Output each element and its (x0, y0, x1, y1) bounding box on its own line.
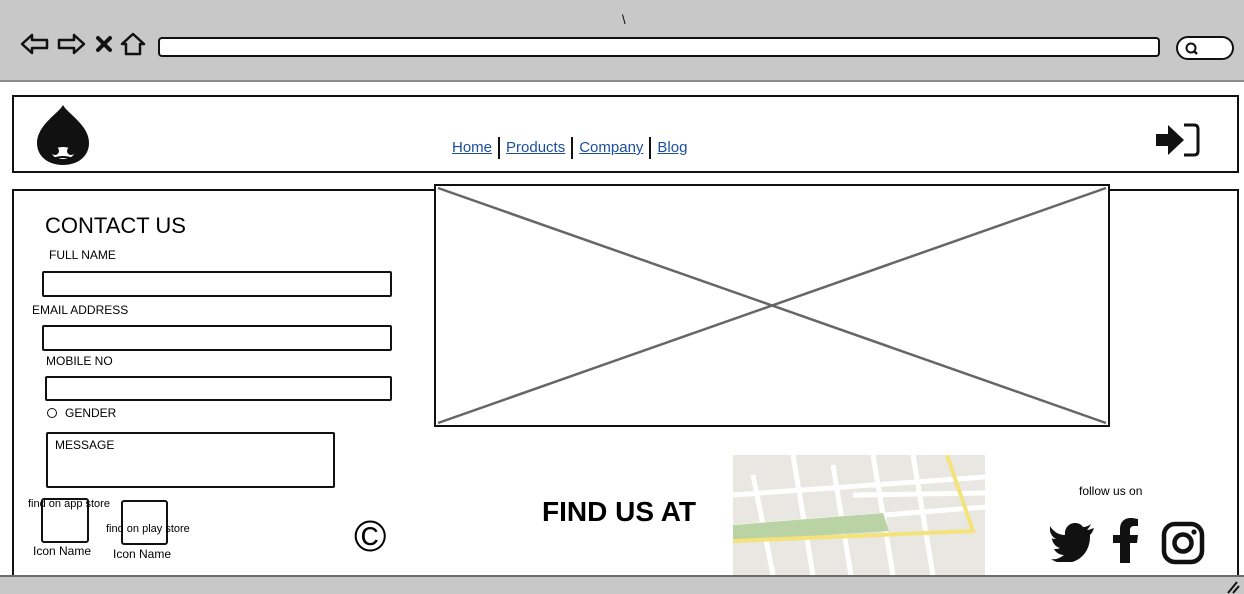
mobile-label: MOBILE NO (46, 354, 113, 368)
instagram-icon[interactable] (1161, 521, 1205, 565)
message-field[interactable]: MESSAGE (46, 432, 335, 488)
play-store-text: find on play store (106, 523, 190, 535)
location-map[interactable] (733, 455, 985, 575)
gender-radio[interactable] (47, 408, 57, 418)
app-store-text: find on app store (28, 498, 110, 510)
follow-text: follow us on (1079, 484, 1143, 498)
full-name-label: FULL NAME (49, 248, 116, 262)
browser-toolbar: \ (0, 0, 1244, 82)
twitter-icon[interactable] (1050, 522, 1096, 562)
message-label: MESSAGE (55, 438, 115, 452)
browser-status-bar (0, 575, 1244, 594)
find-us-title: FIND US AT (542, 496, 696, 527)
full-name-field[interactable] (42, 271, 392, 297)
forward-arrow-icon[interactable] (56, 33, 86, 55)
facebook-icon[interactable] (1112, 517, 1140, 563)
back-arrow-icon[interactable] (20, 33, 50, 55)
nav-separator (571, 137, 574, 159)
nav-company[interactable]: Company (579, 139, 643, 156)
nav-separator (649, 137, 652, 159)
drupal-logo-icon[interactable] (33, 103, 93, 167)
nav-blog[interactable]: Blog (657, 139, 687, 156)
nav-separator (498, 137, 501, 159)
image-placeholder-cross (437, 186, 1107, 425)
image-placeholder (434, 184, 1110, 427)
nav-products[interactable]: Products (506, 139, 565, 156)
address-bar[interactable] (158, 37, 1160, 57)
main-nav: Home Products Company Blog (452, 137, 687, 159)
search-button[interactable] (1176, 36, 1234, 60)
tab-mark: \ (622, 12, 626, 27)
email-label: EMAIL ADDRESS (32, 303, 129, 317)
contact-title: CONTACT US (45, 213, 186, 238)
site-header (12, 95, 1239, 173)
resize-handle-icon[interactable] (1224, 580, 1240, 594)
icon-name-2: Icon Name (113, 547, 172, 561)
icon-name-1: Icon Name (33, 544, 92, 558)
copyright-symbol: © (354, 512, 387, 561)
sign-in-icon[interactable] (1154, 121, 1200, 159)
gender-label: GENDER (65, 406, 117, 420)
nav-home[interactable]: Home (452, 139, 492, 156)
mobile-field[interactable] (45, 376, 392, 401)
close-icon[interactable] (95, 35, 113, 53)
home-icon[interactable] (120, 32, 146, 56)
search-icon (1185, 42, 1198, 55)
email-field[interactable] (42, 325, 392, 351)
